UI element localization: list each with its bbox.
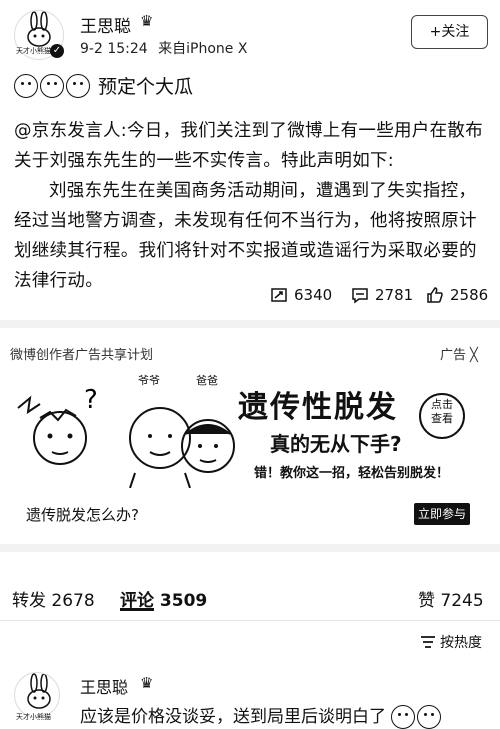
tab-active-indicator <box>120 608 154 611</box>
melon-emoji-icon <box>391 705 416 729</box>
tab-repost[interactable]: 转发 2678 <box>12 586 95 611</box>
like-stat[interactable]: 2586 <box>426 286 488 304</box>
melon-emoji-icon <box>66 73 90 98</box>
post-paragraph: @京东发言人:今日，我们关注到了微博上有一些用户在散布关于刘强东先生的一些不实传… <box>14 121 483 171</box>
comment-stat[interactable]: 2781 <box>351 286 413 304</box>
father-label: 爸爸 <box>196 374 218 387</box>
grandpa-label: 爷爷 <box>138 374 160 387</box>
close-icon[interactable]: ╳ <box>470 348 478 363</box>
tab-divider <box>0 620 500 621</box>
avatar-caption: 天才小熊猫 <box>16 713 51 721</box>
post-timestamp: 9-2 15:24 <box>80 41 148 57</box>
crown-icon: ♛ <box>140 12 154 30</box>
post-source: 来自iPhone X <box>158 41 248 57</box>
ad-slogan: 错！教你这一招，轻松告别脱发！ <box>254 466 450 481</box>
comment-text: 应该是价格没谈妥，送到局里后谈明白了 <box>80 702 443 729</box>
post-headline: 预定个大瓜 <box>14 72 193 99</box>
follow-button[interactable]: +关注 <box>411 15 488 49</box>
ad-cta-button[interactable]: 立即参与 <box>414 503 470 525</box>
author-name[interactable]: 王思聪 <box>80 12 131 37</box>
ad-badge[interactable]: 点击 查看 <box>426 398 458 426</box>
ad-program-label: 微博创作者广告共享计划 <box>10 348 154 363</box>
ad-title: 遗传性脱发 <box>238 390 398 425</box>
crown-icon: ♛ <box>140 674 154 692</box>
melon-emoji-icon <box>417 705 442 729</box>
thumbs-up-icon <box>427 287 443 303</box>
svg-text:?: ? <box>84 385 98 415</box>
comment-icon <box>352 288 368 304</box>
repost-icon <box>271 288 287 302</box>
post-paragraph: 刘强东先生在美国商务活动期间，遭遇到了失实指控，经过当地警方调查，未发现有任何不… <box>14 181 477 291</box>
sort-icon <box>421 636 435 648</box>
post-body: @京东发言人:今日，我们关注到了微博上有一些用户在散布关于刘强东先生的一些不实传… <box>14 116 488 296</box>
ad-tag[interactable]: 广告 ╳ <box>440 344 478 363</box>
ad-subtitle: 真的无从下手? <box>270 432 402 456</box>
melon-emoji-icon <box>14 73 38 98</box>
repost-stat[interactable]: 6340 <box>270 286 332 304</box>
verified-badge-icon: ✓ <box>50 44 64 58</box>
avatar-caption: 天才小熊猫 <box>16 47 51 55</box>
commenter-name[interactable]: 王思聪 <box>80 674 128 698</box>
tab-like[interactable]: 赞 7245 <box>418 586 484 611</box>
section-divider <box>0 320 500 328</box>
sort-toggle[interactable]: 按热度 <box>420 632 482 652</box>
ad-caption: 遗传脱发怎么办? <box>26 506 139 524</box>
section-divider <box>0 544 500 552</box>
melon-emoji-icon <box>40 73 64 98</box>
